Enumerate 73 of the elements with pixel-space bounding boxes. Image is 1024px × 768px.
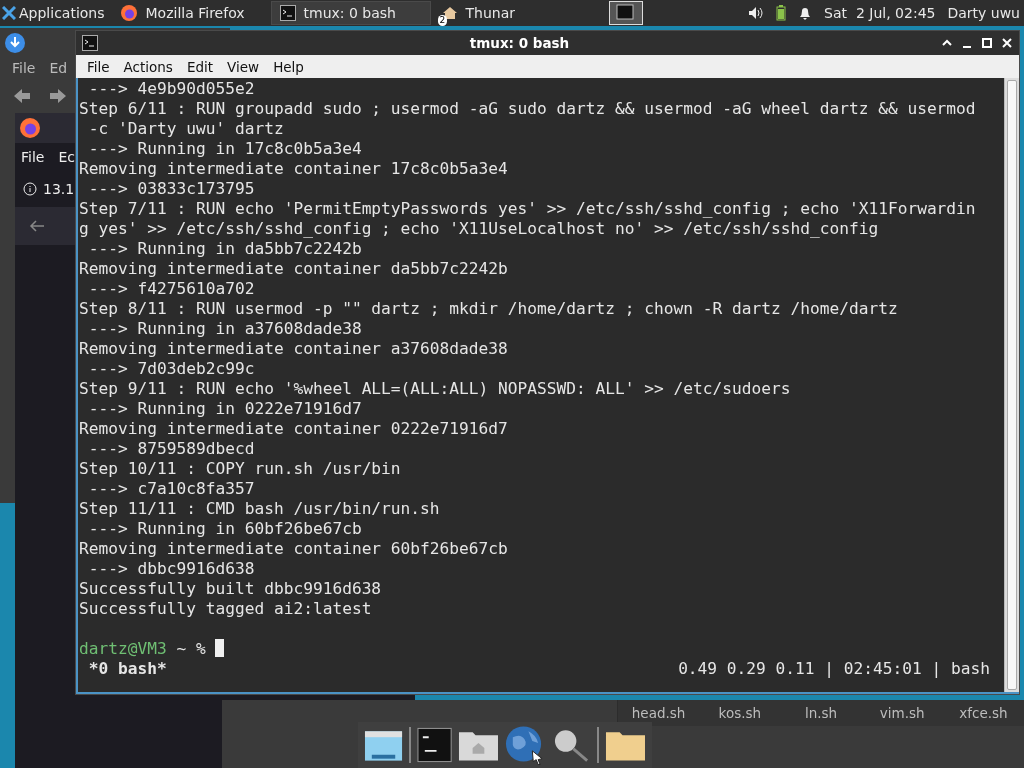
terminal-line: g yes' >> /etc/ssh/sshd_config ; echo 'X11UseLocalhost no' >> /etc/ssh/sshd_config bbox=[79, 219, 880, 239]
browser-icon bbox=[19, 117, 41, 139]
terminal-line: Step 8/11 : RUN usermod -p "" dartz ; mkdir /home/dartz ; chown -R dartz /home/dartz bbox=[79, 299, 899, 319]
browser-icon bbox=[119, 4, 138, 22]
terminal-line: ---> 8759589dbecd bbox=[87, 439, 256, 459]
user-name[interactable]: Darty uwu bbox=[947, 5, 1020, 21]
task-button[interactable]: 2 Thunar bbox=[432, 1, 599, 25]
terminal-line: Removing intermediate container 0222e71916d7 bbox=[79, 419, 509, 439]
tmux-window-label: *0 bash* bbox=[87, 659, 167, 679]
menu-item[interactable]: File bbox=[80, 58, 117, 75]
terminal-line: Removing intermediate container a37608dade38 bbox=[79, 339, 509, 359]
terminal-line: ---> c7a10c8fa357 bbox=[87, 479, 256, 499]
terminal-line: ---> Running in 60bf26be67cb bbox=[87, 519, 363, 539]
terminal-line: Step 9/11 : RUN echo '%wheel ALL=(ALL:ALL) NOPASSWD: ALL' >> /etc/sudoers bbox=[79, 379, 792, 399]
terminal-line: ---> 03833c173795 bbox=[87, 179, 256, 199]
prompt-text: ~ % bbox=[175, 639, 207, 658]
menu-item[interactable]: Ed bbox=[49, 60, 68, 76]
terminal-line: ---> dbbc9916d638 bbox=[87, 559, 256, 579]
battery-icon[interactable] bbox=[776, 5, 787, 21]
applications-menu[interactable]: Applications bbox=[0, 0, 111, 26]
terminal-line: ---> 4e9b90d055e2 bbox=[87, 79, 256, 99]
address-text[interactable]: 13.1 bbox=[43, 181, 75, 197]
terminal-icon bbox=[279, 5, 296, 21]
menu-item[interactable]: File bbox=[21, 149, 45, 165]
count-badge: 2 bbox=[437, 15, 448, 26]
menu-item[interactable]: Help bbox=[266, 58, 311, 75]
task-button[interactable]: tmux: 0 bash bbox=[270, 1, 431, 25]
terminal-line: ---> Running in a37608dade38 bbox=[87, 319, 363, 339]
terminal-line: Successfully tagged ai2:latest bbox=[79, 599, 373, 619]
terminal-line: ---> 7d03deb2c99c bbox=[87, 359, 256, 379]
scrollbar[interactable] bbox=[1004, 78, 1019, 692]
file-name[interactable]: kos.sh bbox=[699, 705, 781, 721]
workspace-icon[interactable] bbox=[608, 1, 643, 25]
terminal-line: Successfully built dbbc9916d638 bbox=[79, 579, 383, 599]
terminal-line: Removing intermediate container 60bf26be67cb bbox=[79, 539, 509, 559]
file-name[interactable]: ln.sh bbox=[780, 705, 862, 721]
file-name[interactable]: vim.sh bbox=[861, 705, 943, 721]
menu-item[interactable]: Actions bbox=[116, 58, 180, 75]
close-icon[interactable] bbox=[1001, 37, 1013, 49]
volume-icon[interactable] bbox=[748, 6, 765, 20]
maximize-icon[interactable] bbox=[981, 37, 993, 49]
terminal-line: Step 6/11 : RUN groupadd sudo ; usermod -aG sudo dartz && usermod -aG wheel dartz && usermod bbox=[79, 99, 977, 119]
cursor bbox=[215, 639, 225, 657]
terminal-line: ---> Running in 0222e71916d7 bbox=[87, 399, 363, 419]
file-name[interactable]: xfce.sh bbox=[942, 705, 1024, 721]
clock[interactable]: Sat 2 Jul, 02:45 bbox=[824, 5, 936, 21]
prompt-user: dartz@VM3 bbox=[79, 639, 167, 658]
window-title: tmux: 0 bash bbox=[468, 35, 571, 51]
terminal-icon[interactable] bbox=[417, 727, 453, 763]
cross-logo-icon bbox=[2, 6, 16, 20]
terminal-line: Step 10/11 : COPY run.sh /usr/bin bbox=[79, 459, 402, 479]
back-forward-icon[interactable] bbox=[12, 86, 68, 106]
terminal-icon bbox=[82, 35, 98, 51]
menu-item[interactable]: File bbox=[12, 60, 36, 76]
back-arrow-icon[interactable] bbox=[29, 219, 45, 233]
menu-item[interactable]: Edit bbox=[179, 58, 221, 75]
terminal-line: Step 7/11 : RUN echo 'PermitEmptyPasswords yes' >> /etc/ssh/sshd_config ; echo 'X11Forwardin bbox=[79, 199, 977, 219]
terminal-line: Step 11/11 : CMD bash /usr/bin/run.sh bbox=[79, 499, 441, 519]
house-icon bbox=[441, 5, 458, 21]
terminal-line: ---> f4275610a702 bbox=[87, 279, 256, 299]
file-name[interactable]: head.sh bbox=[618, 705, 700, 721]
info-icon[interactable] bbox=[23, 182, 37, 196]
terminal-line: ---> Running in 17c8c0b5a3e4 bbox=[87, 139, 363, 159]
task-button[interactable]: Mozilla Firefox bbox=[110, 1, 269, 25]
terminal-line: Removing intermediate container 17c8c0b5a3e4 bbox=[79, 159, 509, 179]
download-icon[interactable] bbox=[4, 32, 26, 54]
terminal-line: -c 'Darty uwu' dartz bbox=[87, 119, 285, 139]
terminal-line: Removing intermediate container da5bb7c2242b bbox=[79, 259, 509, 279]
menu-item[interactable]: View bbox=[220, 58, 267, 75]
tmux-status: 0.49 0.29 0.11 | 02:45:01 | bash bbox=[678, 659, 990, 679]
menu-item[interactable]: Ec bbox=[58, 149, 75, 165]
terminal-line: ---> Running in da5bb7c2242b bbox=[87, 239, 363, 259]
bell-icon[interactable] bbox=[798, 5, 813, 21]
